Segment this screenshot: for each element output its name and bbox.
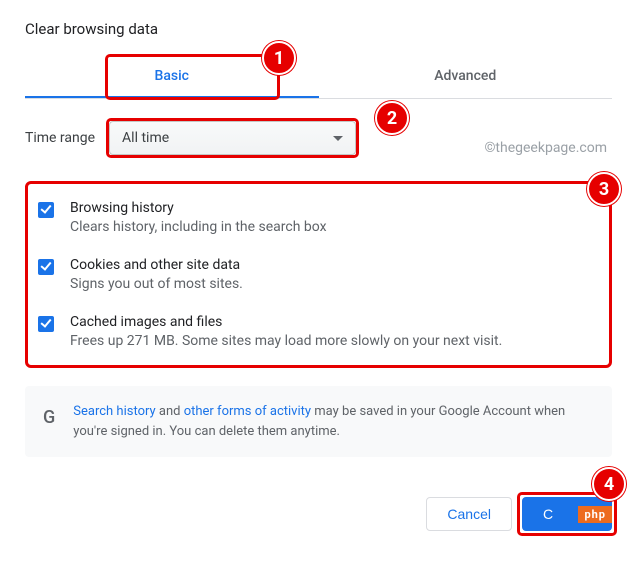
watermark-text: ©thegeekpage.com — [484, 140, 607, 156]
time-range-label: Time range — [25, 130, 95, 146]
php-watermark: php — [578, 506, 612, 523]
checkbox-cached[interactable] — [38, 316, 54, 332]
option-cached: Cached images and files Frees up 271 MB.… — [34, 314, 597, 349]
time-range-value: All time — [122, 130, 169, 146]
time-range-select[interactable]: All time — [109, 121, 356, 155]
callout-4: 4 — [592, 467, 626, 501]
checkbox-cookies[interactable] — [38, 259, 54, 275]
option-text: Browsing history Clears history, includi… — [70, 200, 327, 235]
option-title: Browsing history — [70, 200, 327, 216]
info-mid1: and — [156, 404, 184, 419]
dialog-title: Clear browsing data — [25, 20, 612, 38]
option-title: Cookies and other site data — [70, 257, 243, 273]
cancel-button[interactable]: Cancel — [426, 497, 512, 531]
option-browsing-history: Browsing history Clears history, includi… — [34, 200, 597, 235]
option-desc: Clears history, including in the search … — [70, 219, 327, 235]
chevron-down-icon — [333, 136, 343, 141]
info-box: G Search history and other forms of acti… — [25, 386, 612, 457]
option-text: Cached images and files Frees up 271 MB.… — [70, 314, 502, 349]
callout-2: 2 — [375, 101, 409, 135]
search-history-link[interactable]: Search history — [73, 404, 155, 419]
other-activity-link[interactable]: other forms of activity — [184, 404, 311, 419]
option-desc: Frees up 271 MB. Some sites may load mor… — [70, 333, 502, 349]
checkbox-browsing-history[interactable] — [38, 202, 54, 218]
tabs-container: Basic Advanced 1 — [25, 56, 612, 99]
option-text: Cookies and other site data Signs you ou… — [70, 257, 243, 292]
tab-advanced[interactable]: Advanced — [319, 56, 613, 98]
option-title: Cached images and files — [70, 314, 502, 330]
option-desc: Signs you out of most sites. — [70, 276, 243, 292]
option-cookies: Cookies and other site data Signs you ou… — [34, 257, 597, 292]
tab-advanced-label: Advanced — [434, 68, 496, 84]
google-icon: G — [43, 404, 55, 431]
tab-basic[interactable]: Basic — [25, 56, 319, 98]
confirm-wrapper: C 4 php — [522, 497, 612, 531]
options-container: 3 Browsing history Clears history, inclu… — [25, 181, 612, 368]
tab-basic-label: Basic — [155, 68, 189, 84]
dialog-buttons: Cancel C 4 php — [25, 497, 612, 531]
info-text: Search history and other forms of activi… — [73, 402, 594, 441]
